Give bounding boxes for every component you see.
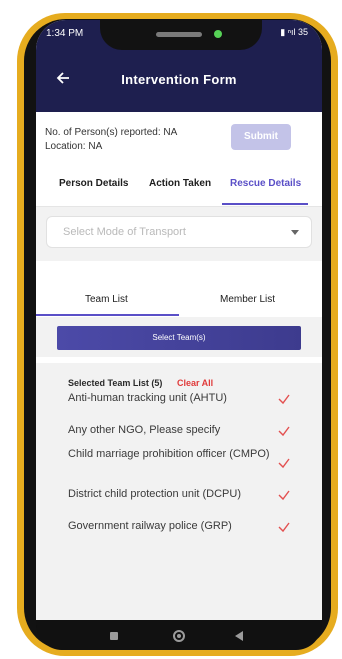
form-tabs: Person Details Action Taken Rescue Detai…: [36, 178, 322, 204]
team-list-item: District child protection unit (DCPU): [68, 488, 241, 500]
team-list-item: Child marriage prohibition officer (CMPO…: [68, 448, 270, 460]
team-list-item: Anti-human tracking unit (AHTU): [68, 392, 227, 404]
check-icon: [278, 458, 290, 469]
team-list-indicator: [36, 314, 179, 316]
tab-action-taken[interactable]: Action Taken: [149, 178, 211, 189]
report-info: No. of Person(s) reported: NA Location: …: [45, 126, 177, 154]
dropdown-caret-icon: [291, 230, 299, 235]
select-teams-button[interactable]: Select Team(s): [57, 326, 301, 350]
home-icon[interactable]: [173, 630, 185, 642]
team-list-item: Government railway police (GRP): [68, 520, 232, 532]
divider-band: [36, 357, 322, 363]
status-time: 1:34 PM: [46, 28, 84, 39]
persons-reported-text: No. of Person(s) reported: NA: [45, 127, 178, 138]
check-icon: [278, 426, 290, 437]
status-icons: ▮ ⁿıl 35: [280, 27, 308, 37]
back-triangle-icon[interactable]: [235, 631, 243, 641]
clear-all-link[interactable]: Clear All: [177, 378, 213, 388]
submit-button[interactable]: Submit: [231, 124, 291, 150]
check-icon: [278, 394, 290, 405]
tab-person-details[interactable]: Person Details: [59, 178, 128, 189]
back-arrow-icon[interactable]: [54, 70, 74, 90]
camera-dot: [214, 30, 222, 38]
selected-team-heading: Selected Team List (5): [68, 378, 163, 388]
app-screen: Intervention Form 1:34 PM ▮ ⁿıl 35 No. o…: [36, 20, 322, 620]
check-icon: [278, 522, 290, 533]
recent-apps-icon[interactable]: [110, 632, 118, 640]
team-list-item: Any other NGO, Please specify: [68, 424, 221, 436]
tab-member-list[interactable]: Member List: [220, 294, 275, 305]
tab-team-list[interactable]: Team List: [85, 294, 128, 305]
camera-notch: [100, 20, 262, 50]
tab-rescue-details[interactable]: Rescue Details: [230, 178, 301, 189]
list-tabs: Team List Member List: [36, 261, 322, 317]
transport-placeholder: Select Mode of Transport: [63, 226, 186, 238]
active-tab-indicator: [222, 203, 308, 205]
transport-mode-select[interactable]: Select Mode of Transport: [46, 216, 312, 248]
check-icon: [278, 490, 290, 501]
location-text: Location: NA: [45, 141, 103, 152]
system-navigation-bar: [36, 620, 322, 650]
speaker-bar: [156, 32, 202, 37]
page-title: Intervention Form: [121, 72, 237, 87]
